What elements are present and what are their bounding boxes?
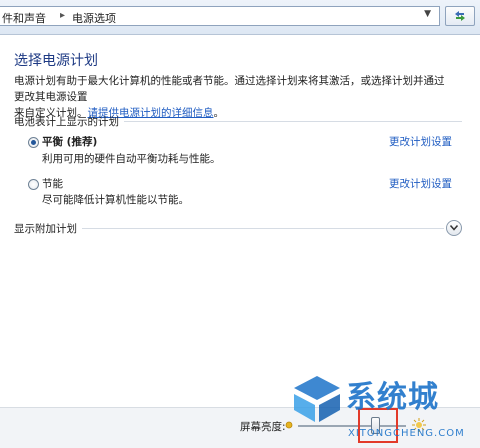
power-saver-change-settings-link[interactable]: 更改计划设置 bbox=[389, 176, 452, 191]
chevron-down-icon bbox=[450, 225, 458, 231]
breadcrumb-power-options[interactable]: 电源选项 bbox=[72, 10, 116, 26]
watermark-text: 系统城 bbox=[346, 380, 439, 415]
section-divider bbox=[124, 121, 462, 122]
screen-brightness-label: 屏幕亮度: bbox=[240, 421, 286, 433]
watermark-subtext: XITONGCHENG.COM bbox=[348, 428, 465, 439]
balanced-plan-name[interactable]: 平衡 (推荐) bbox=[42, 134, 97, 149]
description-line-1: 电源计划有助于最大化计算机的性能或者节能。通过选择计划来将其激活，或选择计划并通… bbox=[14, 75, 445, 103]
balanced-change-settings-link[interactable]: 更改计划设置 bbox=[389, 134, 452, 149]
breadcrumb-separator-icon[interactable]: ▸ bbox=[60, 10, 65, 21]
description-suffix: 。 bbox=[213, 107, 225, 119]
address-bar[interactable]: 件和声音 ▸ 电源选项 ▼ bbox=[0, 6, 440, 26]
refresh-icon bbox=[455, 11, 465, 21]
power-saver-plan-description: 尽可能降低计算机性能以节能。 bbox=[42, 194, 189, 206]
address-bar-area: 件和声音 ▸ 电源选项 ▼ bbox=[0, 0, 480, 35]
power-saver-plan-name[interactable]: 节能 bbox=[42, 176, 63, 191]
expand-additional-plans-button[interactable] bbox=[446, 220, 462, 236]
battery-meter-section-label: 电池表计上显示的计划 bbox=[14, 116, 119, 128]
address-dropdown-icon[interactable]: ▼ bbox=[424, 9, 431, 19]
refresh-button[interactable] bbox=[445, 6, 475, 26]
show-additional-plans-label[interactable]: 显示附加计划 bbox=[14, 221, 77, 236]
radio-selected-dot bbox=[31, 140, 36, 145]
balanced-plan-description: 利用可用的硬件自动平衡功耗与性能。 bbox=[42, 153, 221, 165]
additional-plans-divider bbox=[82, 228, 444, 229]
watermark-logo-icon bbox=[294, 376, 340, 422]
breadcrumb-hardware-sound[interactable]: 件和声音 bbox=[2, 10, 46, 26]
balanced-plan-radio[interactable] bbox=[28, 137, 39, 148]
power-saver-plan-radio[interactable] bbox=[28, 179, 39, 190]
page-title: 选择电源计划 bbox=[14, 53, 98, 69]
